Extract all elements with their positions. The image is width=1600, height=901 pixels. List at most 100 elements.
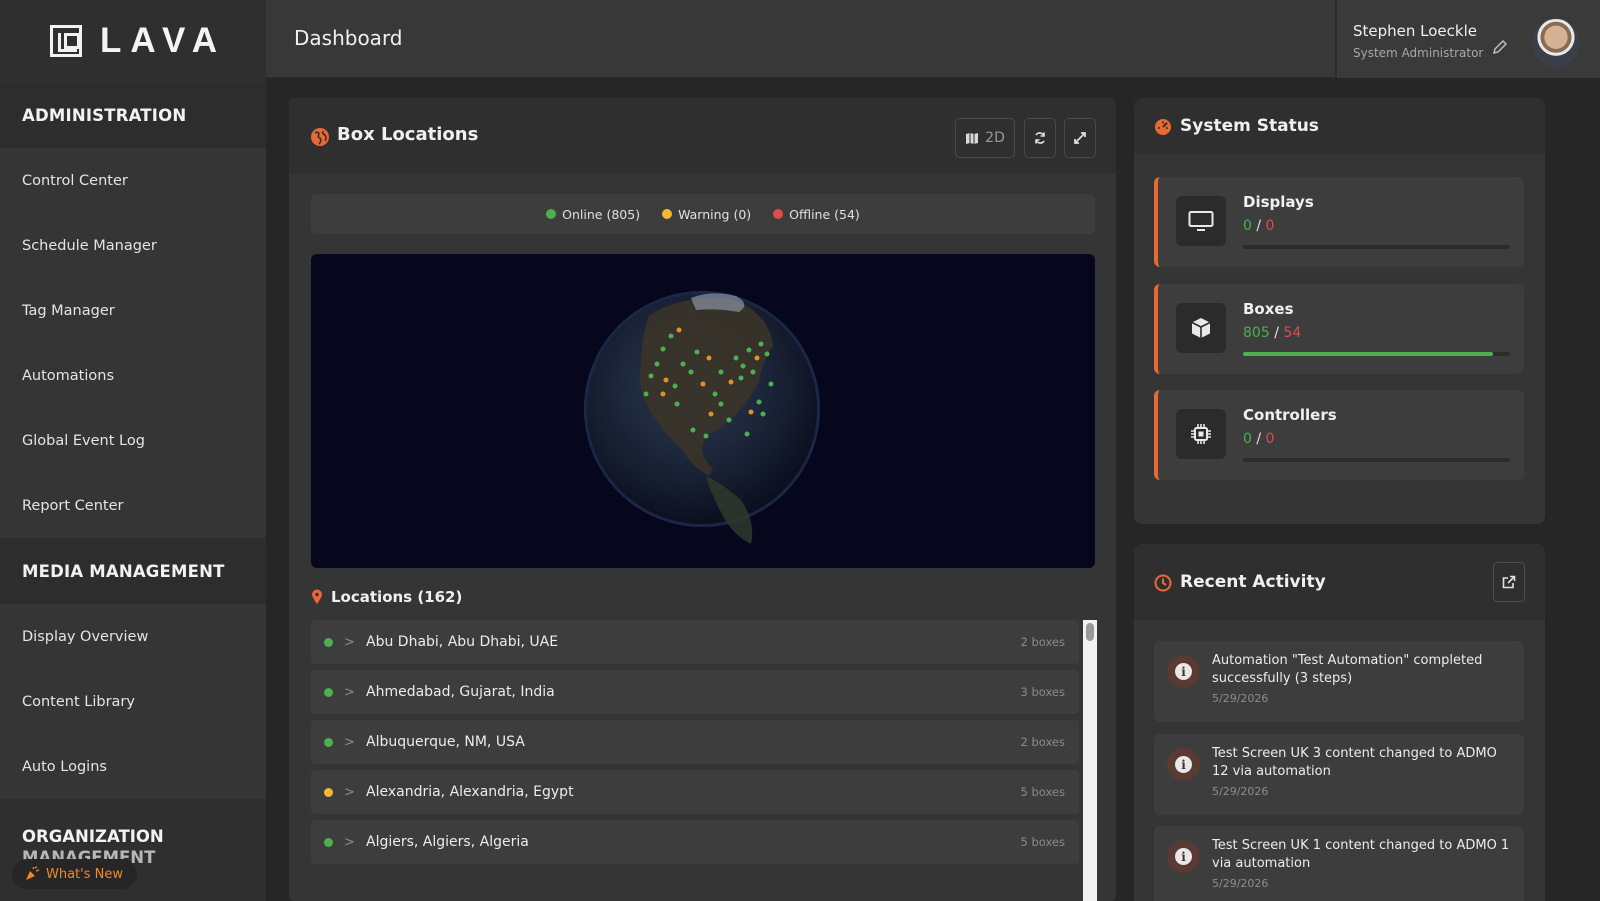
brand-name: LAVA bbox=[100, 21, 227, 60]
controllers-title: Controllers bbox=[1243, 406, 1337, 424]
activity-date: 5/29/2026 bbox=[1212, 692, 1269, 705]
controllers-values: 0 / 0 bbox=[1243, 431, 1274, 447]
displays-progress-bar bbox=[1243, 245, 1510, 249]
activity-text: Automation "Test Automation" completed s… bbox=[1212, 653, 1483, 686]
whats-new-button[interactable]: What's New bbox=[12, 859, 137, 889]
boxes-values: 805 / 54 bbox=[1243, 325, 1301, 341]
nav-section-media-management: MEDIA MANAGEMENT bbox=[0, 538, 266, 604]
location-row[interactable]: > Abu Dhabi, Abu Dhabi, UAE 2 boxes bbox=[311, 620, 1079, 664]
warning-dot-icon bbox=[662, 209, 673, 219]
system-status-title: System Status bbox=[1180, 116, 1319, 136]
status-dot-icon bbox=[324, 737, 333, 747]
sidebar-item-report-center[interactable]: Report Center bbox=[0, 473, 266, 538]
sidebar-item-automations[interactable]: Automations bbox=[0, 343, 266, 408]
chevron-right-icon[interactable]: > bbox=[344, 785, 358, 800]
activity-date: 5/29/2026 bbox=[1212, 785, 1269, 798]
nav-section-organization: ORGANIZATION bbox=[22, 827, 164, 846]
location-row[interactable]: > Alexandria, Alexandria, Egypt 5 boxes bbox=[311, 770, 1079, 814]
refresh-icon bbox=[1035, 132, 1045, 144]
system-status-panel: System Status Displays 0 / 0 Boxes 805 /… bbox=[1134, 98, 1545, 524]
controllers-offline-count: 0 bbox=[1265, 431, 1275, 447]
controllers-status-card[interactable]: Controllers 0 / 0 bbox=[1154, 390, 1524, 480]
boxes-status-card[interactable]: Boxes 805 / 54 bbox=[1154, 284, 1524, 374]
external-link-icon bbox=[1502, 575, 1516, 589]
top-header: Dashboard Stephen Loeckle System Adminis… bbox=[266, 0, 1600, 78]
card-icon-container bbox=[1176, 196, 1226, 246]
chevron-right-icon[interactable]: > bbox=[344, 635, 358, 650]
user-profile[interactable]: Stephen Loeckle System Administrator bbox=[1335, 0, 1600, 78]
page-title: Dashboard bbox=[294, 26, 403, 50]
values-separator: / bbox=[1256, 218, 1262, 234]
recent-activity-title: Recent Activity bbox=[1180, 572, 1326, 592]
sidebar-item-schedule-manager[interactable]: Schedule Manager bbox=[0, 213, 266, 278]
nav-group-administration: Control Center Schedule Manager Tag Mana… bbox=[0, 148, 266, 538]
displays-status-card[interactable]: Displays 0 / 0 bbox=[1154, 177, 1524, 267]
chevron-right-icon[interactable]: > bbox=[344, 685, 358, 700]
expand-icon bbox=[1074, 132, 1086, 144]
location-box-count: 5 boxes bbox=[1020, 835, 1065, 849]
activity-item[interactable]: i Test Screen UK 1 content changed to AD… bbox=[1154, 826, 1524, 901]
displays-title: Displays bbox=[1243, 193, 1314, 211]
location-box-count: 2 boxes bbox=[1020, 635, 1065, 649]
location-name: Abu Dhabi, Abu Dhabi, UAE bbox=[366, 634, 559, 650]
user-name: Stephen Loeckle bbox=[1353, 22, 1477, 40]
chevron-right-icon[interactable]: > bbox=[344, 735, 358, 750]
user-role: System Administrator bbox=[1353, 46, 1484, 60]
card-icon-container bbox=[1176, 409, 1226, 459]
legend-online-label: Online (805) bbox=[562, 206, 641, 222]
locations-scrollbar[interactable] bbox=[1083, 620, 1097, 901]
values-separator: / bbox=[1274, 325, 1279, 341]
scrollbar-thumb[interactable] bbox=[1086, 623, 1094, 641]
activity-item[interactable]: i Test Screen UK 3 content changed to AD… bbox=[1154, 734, 1524, 815]
location-row[interactable]: > Ahmedabad, Gujarat, India 3 boxes bbox=[311, 670, 1079, 714]
card-icon-container bbox=[1176, 303, 1226, 353]
recent-activity-panel: Recent Activity i Automation "Test Autom… bbox=[1134, 544, 1545, 901]
boxes-offline-count: 54 bbox=[1283, 325, 1302, 341]
globe-map[interactable] bbox=[311, 254, 1095, 568]
pencil-icon[interactable] bbox=[1491, 38, 1509, 56]
location-row[interactable]: > Algiers, Algiers, Algeria 5 boxes bbox=[311, 820, 1079, 864]
location-name: Alexandria, Alexandria, Egypt bbox=[366, 784, 574, 800]
view-2d-button[interactable]: 2D bbox=[955, 118, 1015, 158]
info-icon: i bbox=[1167, 655, 1200, 688]
box-locations-title: Box Locations bbox=[337, 124, 479, 145]
earth-globe[interactable] bbox=[311, 254, 1095, 568]
activity-item[interactable]: i Automation "Test Automation" completed… bbox=[1154, 641, 1524, 722]
locations-header: Locations (162) bbox=[311, 588, 462, 606]
chevron-right-icon[interactable]: > bbox=[344, 835, 358, 850]
avatar[interactable] bbox=[1532, 19, 1580, 67]
whats-new-label: What's New bbox=[46, 866, 123, 882]
sidebar-item-global-event-log[interactable]: Global Event Log bbox=[0, 408, 266, 473]
sidebar-item-control-center[interactable]: Control Center bbox=[0, 148, 266, 213]
open-activity-button[interactable] bbox=[1493, 562, 1525, 602]
app-root: LAVA ADMINISTRATION Control Center Sched… bbox=[0, 0, 1600, 901]
boxes-online-count: 805 bbox=[1243, 325, 1270, 341]
location-name: Ahmedabad, Gujarat, India bbox=[366, 684, 555, 700]
box-locations-header: Box Locations 2D bbox=[289, 98, 1116, 174]
location-box-count: 3 boxes bbox=[1020, 685, 1065, 699]
globe-icon bbox=[311, 128, 329, 146]
displays-values: 0 / 0 bbox=[1243, 218, 1274, 234]
box-locations-panel: Box Locations 2D Online (805) Warning (0… bbox=[289, 98, 1116, 901]
map-pin-icon bbox=[312, 589, 322, 604]
legend-warning-label: Warning (0) bbox=[678, 206, 752, 222]
status-legend: Online (805) Warning (0) Offline (54) bbox=[311, 194, 1095, 234]
online-dot-icon bbox=[546, 209, 557, 219]
controllers-progress-bar bbox=[1243, 458, 1510, 462]
info-icon: i bbox=[1167, 748, 1200, 781]
refresh-button[interactable] bbox=[1024, 118, 1056, 158]
sidebar-item-auto-logins[interactable]: Auto Logins bbox=[0, 734, 266, 799]
recent-activity-header: Recent Activity bbox=[1134, 544, 1545, 620]
location-name: Albuquerque, NM, USA bbox=[366, 734, 525, 750]
sidebar-item-tag-manager[interactable]: Tag Manager bbox=[0, 278, 266, 343]
clock-icon bbox=[1154, 574, 1172, 592]
activity-text: Test Screen UK 1 content changed to ADMO… bbox=[1212, 838, 1510, 871]
sidebar-item-display-overview[interactable]: Display Overview bbox=[0, 604, 266, 669]
sidebar-item-content-library[interactable]: Content Library bbox=[0, 669, 266, 734]
brand-logo[interactable]: LAVA bbox=[0, 0, 266, 82]
box-icon bbox=[1191, 318, 1211, 338]
location-row[interactable]: > Albuquerque, NM, USA 2 boxes bbox=[311, 720, 1079, 764]
legend-warning: Warning (0) bbox=[662, 207, 751, 222]
expand-button[interactable] bbox=[1064, 118, 1096, 158]
location-box-count: 2 boxes bbox=[1020, 735, 1065, 749]
